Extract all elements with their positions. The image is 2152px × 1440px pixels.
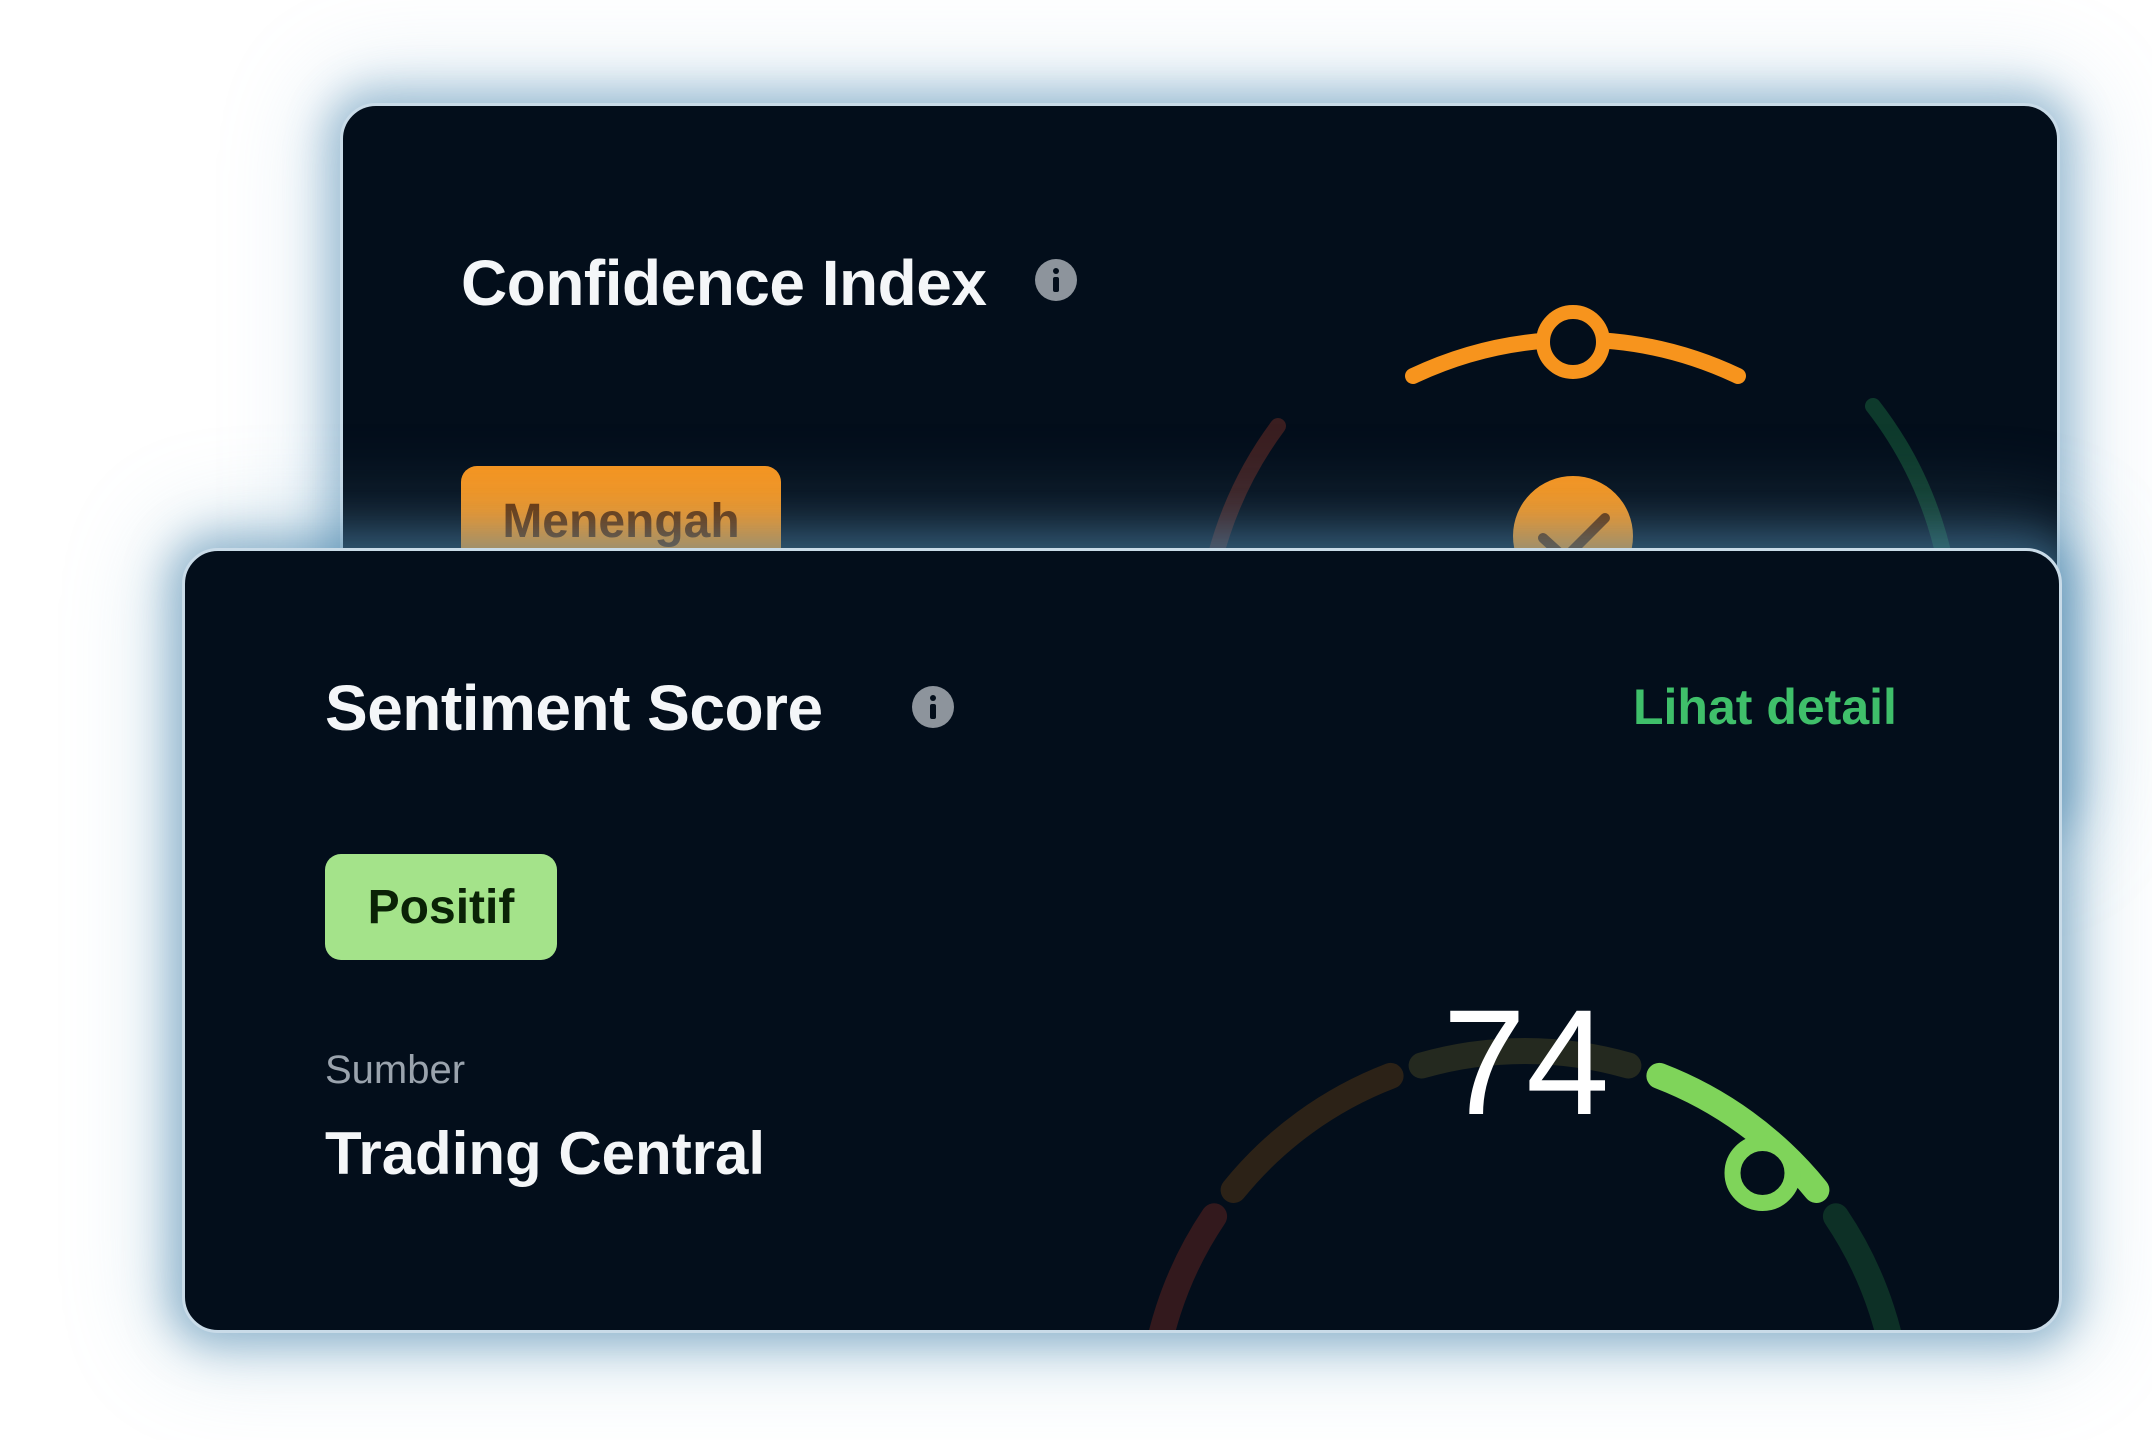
gauge-segment-very-negative	[1149, 1203, 1228, 1330]
sentiment-score-value: 74	[1442, 978, 1610, 1146]
sentiment-score-card: Sentiment Score Lihat detail Positif Sum…	[182, 548, 2062, 1333]
gauge-indicator-icon	[1536, 305, 1610, 379]
gauge-indicator-knob	[1724, 1135, 1801, 1211]
sentiment-gauge	[1149, 1038, 1901, 1330]
gauge-segment-very-positive	[1822, 1203, 1901, 1330]
gauge-segment-negative	[1220, 1062, 1404, 1203]
gauge-indicator-icon	[1724, 1135, 1801, 1211]
